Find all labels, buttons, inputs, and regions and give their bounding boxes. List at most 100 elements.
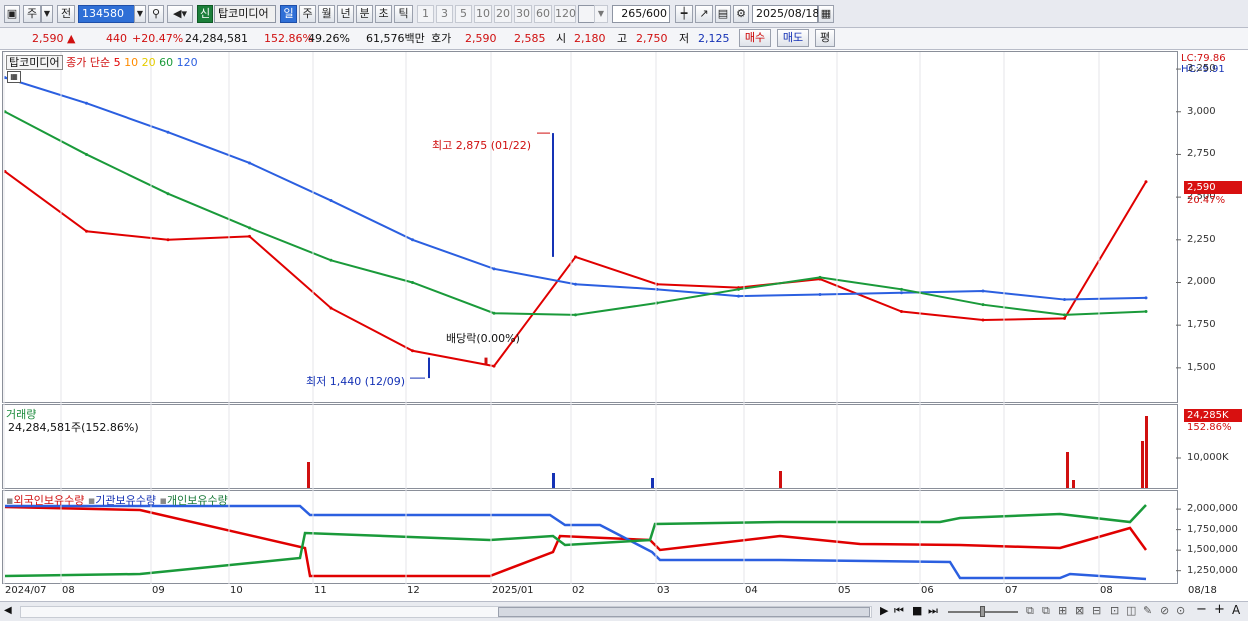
auto-scale-icon[interactable]: A xyxy=(1232,603,1240,617)
series-point xyxy=(329,258,333,262)
scroll-right-icon[interactable]: ▶ xyxy=(880,604,888,617)
ma-label: 종가 단순 xyxy=(66,56,111,69)
stop-icon[interactable]: ■ xyxy=(912,604,922,617)
institution-holding-label[interactable]: 기관보유수량 xyxy=(95,494,156,507)
series-point xyxy=(492,311,496,315)
volume-tag: 24,285K xyxy=(1184,409,1242,422)
pane-title[interactable]: 탑코미디어 xyxy=(6,55,63,70)
series-point xyxy=(1063,313,1066,317)
x-axis-label: 07 xyxy=(1005,585,1018,596)
x-axis-label: 08/18 xyxy=(1188,585,1217,596)
series-point xyxy=(574,313,577,317)
bottom-bar: ◀ ▶ ⏮ ■ ⏭ ⧉ ⧉ ⊞ ⊠ ⊟ ⊡ ◫ ✎ ⊘ ⊙ − + A xyxy=(0,601,1248,621)
volume-rate-tag: 152.86% xyxy=(1187,422,1232,433)
x-axis-label: 11 xyxy=(314,585,327,596)
series-point xyxy=(818,292,822,296)
low-annotation: 최저 1,440 (12/09) xyxy=(306,375,406,388)
price-tick: 1,500 xyxy=(1187,361,1216,373)
zoom-slider-handle[interactable] xyxy=(980,606,985,617)
individual-holding-line xyxy=(4,504,1147,578)
x-axis-label: 12 xyxy=(407,585,420,596)
snapshot-icon[interactable]: ⊙ xyxy=(1176,604,1185,617)
ma-5-label: 5 xyxy=(113,56,121,69)
current-price-tag: 2,590 xyxy=(1184,181,1242,194)
ma-10-label: 10 xyxy=(124,56,139,69)
zoom-in-icon[interactable]: + xyxy=(1214,602,1225,617)
x-axis-label: 04 xyxy=(745,585,758,596)
series-point xyxy=(1063,316,1066,320)
series-point xyxy=(737,294,740,298)
series-line-종가 xyxy=(4,170,1147,368)
series-point xyxy=(85,101,88,105)
foreign-holding-label[interactable]: 외국인보유수량 xyxy=(13,494,84,507)
ma-20-label: 20 xyxy=(141,56,156,69)
edit-icon[interactable]: ✎ xyxy=(1143,604,1152,617)
ruler-icon[interactable]: ⊟ xyxy=(1092,604,1101,617)
series-point xyxy=(1144,180,1148,184)
x-axis-label: 2024/07 xyxy=(5,585,47,596)
series-point xyxy=(574,282,577,286)
compare-icon[interactable]: ⊘ xyxy=(1160,604,1169,617)
holding-tick: 1,250,000 xyxy=(1187,564,1238,576)
x-axis-label: 05 xyxy=(838,585,851,596)
series-point xyxy=(492,267,496,271)
grid-toggle-icon[interactable]: ▦ xyxy=(7,71,21,83)
cross-icon[interactable]: ⊠ xyxy=(1075,604,1084,617)
first-page-icon[interactable]: ⏮ xyxy=(894,604,904,618)
copy-icon[interactable]: ⧉ xyxy=(1042,604,1050,618)
series-point xyxy=(492,364,496,368)
series-point xyxy=(85,229,88,233)
x-axis-label: 10 xyxy=(230,585,243,596)
series-point xyxy=(1063,298,1066,302)
series-point xyxy=(1144,310,1148,314)
current-rate-tag: 20.47% xyxy=(1187,195,1226,206)
series-point xyxy=(574,255,577,259)
series-line-120 xyxy=(4,76,1147,301)
scrollbar-thumb[interactable] xyxy=(498,607,870,617)
volume-bar xyxy=(1145,416,1148,488)
volume-bar xyxy=(1141,441,1144,488)
price-tick: 3,000 xyxy=(1187,105,1216,117)
price-tick: 3,250 xyxy=(1187,63,1216,75)
series-point xyxy=(900,287,903,291)
series-point xyxy=(329,199,333,203)
holding-tick: 2,000,000 xyxy=(1187,503,1238,515)
x-axis-label: 08 xyxy=(62,585,75,596)
scroll-left-icon[interactable]: ◀ xyxy=(4,605,12,616)
volume-bar xyxy=(307,462,310,488)
series-point xyxy=(329,306,333,310)
high-annotation: 최고 2,875 (01/22) xyxy=(432,139,532,152)
overlay-icon[interactable]: ◫ xyxy=(1126,604,1136,617)
series-point xyxy=(411,280,414,284)
fit-icon[interactable]: ⊡ xyxy=(1110,604,1119,617)
last-page-icon[interactable]: ⏭ xyxy=(928,604,938,618)
volume-value-text: 24,284,581주(152.86%) xyxy=(8,421,139,434)
x-axis-label: 2025/01 xyxy=(492,585,534,596)
series-point xyxy=(981,318,985,322)
volume-tick: 10,000K xyxy=(1187,452,1229,463)
price-tick: 2,000 xyxy=(1187,276,1216,288)
series-point xyxy=(166,238,170,242)
volume-bar xyxy=(552,473,555,488)
holding-legend: ▪외국인보유수량 ▪기관보유수량 ▪개인보유수량 xyxy=(6,494,228,507)
volume-bar xyxy=(1066,452,1069,488)
ma-60-label: 60 xyxy=(159,56,174,69)
series-point xyxy=(85,152,88,156)
x-axis-label: 09 xyxy=(152,585,165,596)
price-pane-header: 탑코미디어 종가 단순 5 10 20 60 120 xyxy=(6,54,198,70)
price-tick: 1,750 xyxy=(1187,319,1216,331)
volume-bar xyxy=(779,471,782,488)
ma-120-label: 120 xyxy=(176,56,198,69)
x-axis-label: 08 xyxy=(1100,585,1113,596)
series-point xyxy=(411,238,414,242)
chart-canvas[interactable] xyxy=(0,0,1248,621)
grid-icon[interactable]: ⊞ xyxy=(1058,604,1067,617)
layout-icon[interactable]: ⧉ xyxy=(1026,604,1034,618)
series-point xyxy=(981,289,985,293)
zoom-out-icon[interactable]: − xyxy=(1196,602,1207,617)
holding-tick: 1,750,000 xyxy=(1187,523,1238,535)
series-point xyxy=(900,291,903,295)
series-point xyxy=(737,287,740,291)
dividend-annotation: 배당락(0.00%) xyxy=(446,332,520,345)
individual-holding-label[interactable]: 개인보유수량 xyxy=(167,494,228,507)
